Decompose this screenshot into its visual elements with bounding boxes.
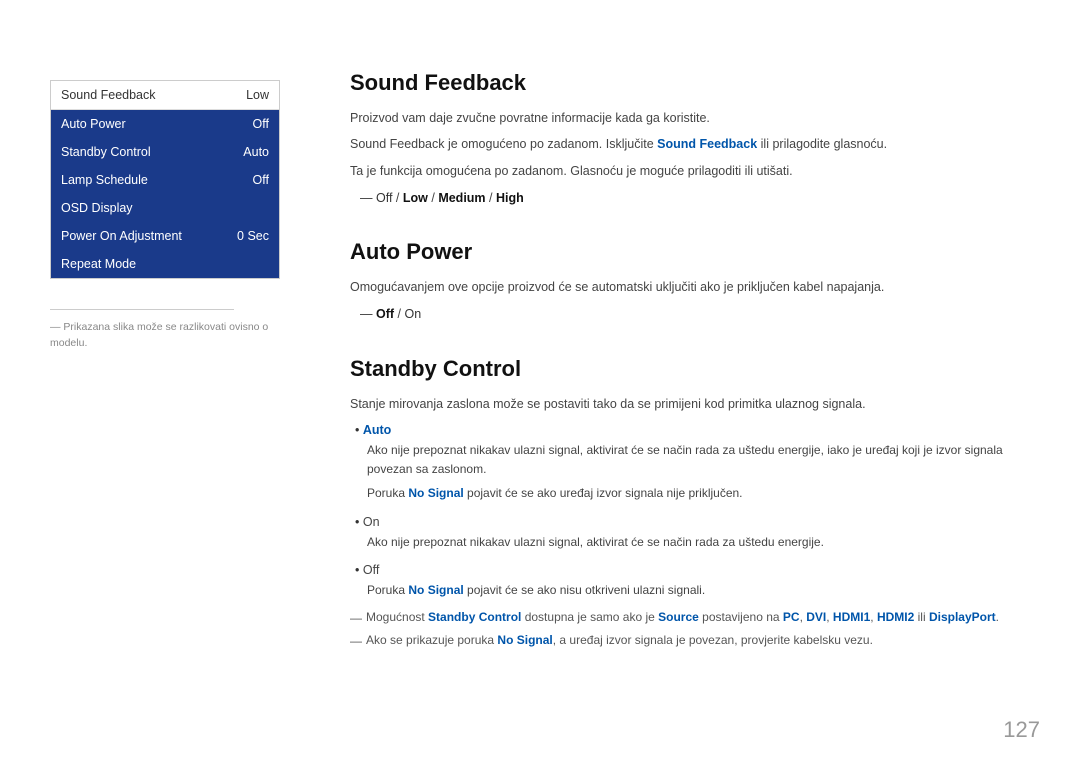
section-auto-power-title: Auto Power — [350, 239, 1030, 265]
sidebar-item-auto-power-label: Auto Power — [61, 117, 126, 131]
sidebar-separator — [50, 309, 234, 310]
sidebar-item-standby-control-value: Auto — [243, 145, 269, 159]
ap-option-off-on: Off / On — [360, 304, 1030, 325]
sf-opt-medium-label: Medium — [438, 191, 485, 205]
sf-bold-1: Sound Feedback — [657, 137, 757, 151]
sc-note-2: ― Ako se prikazuje poruka No Signal, a u… — [350, 631, 1030, 650]
sc-note-1: ― Mogućnost Standby Control dostupna je … — [350, 608, 1030, 627]
section-sound-feedback-title: Sound Feedback — [350, 70, 1030, 96]
sidebar-item-lamp-schedule-label: Lamp Schedule — [61, 173, 148, 187]
sidebar-item-power-on-adjustment-value: 0 Sec — [237, 229, 269, 243]
page-number: 127 — [1003, 717, 1040, 743]
sidebar-item-osd-display[interactable]: OSD Display — [51, 194, 279, 222]
sc-bullet-on: On Ako nije prepoznat nikakav ulazni sig… — [355, 512, 1030, 552]
sidebar-item-power-on-adjustment[interactable]: Power On Adjustment 0 Sec — [51, 222, 279, 250]
ap-opt-off-label: Off — [376, 307, 394, 321]
sidebar-item-lamp-schedule-value: Off — [253, 173, 269, 187]
sf-opt-low-label: Low — [403, 191, 428, 205]
section-sound-feedback-body: Proizvod vam daje zvučne povratne inform… — [350, 108, 1030, 209]
sc-note-displayport: DisplayPort — [929, 610, 996, 624]
section-standby-control-body: Stanje mirovanja zaslona može se postavi… — [350, 394, 1030, 651]
section-standby-control-title: Standby Control — [350, 356, 1030, 382]
ap-opt-on-label: On — [404, 307, 421, 321]
sc-off-sub: Poruka No Signal pojavit će se ako nisu … — [367, 581, 1030, 600]
sc-note-hdmi2: HDMI2 — [877, 610, 914, 624]
sf-para-1: Proizvod vam daje zvučne povratne inform… — [350, 108, 1030, 129]
sidebar-item-sound-feedback-label: Sound Feedback — [61, 88, 156, 102]
sf-opt-high-label: High — [496, 191, 524, 205]
section-auto-power: Auto Power Omogućavanjem ove opcije proi… — [350, 239, 1030, 326]
sc-bullet-off: Off Poruka No Signal pojavit će se ako n… — [355, 560, 1030, 600]
sidebar-item-sound-feedback-value: Low — [246, 88, 269, 102]
sidebar-item-repeat-mode-label: Repeat Mode — [61, 257, 136, 271]
sc-note-dvi: DVI — [806, 610, 826, 624]
sc-off-sub1: Poruka No Signal pojavit će se ako nisu … — [367, 581, 1030, 600]
sc-auto-sub: Ako nije prepoznat nikakav ulazni signal… — [367, 441, 1030, 504]
sf-opt-off-label: Off — [376, 191, 392, 205]
sc-off-nosignal: No Signal — [408, 583, 463, 597]
sf-para-2-text2: ili prilagodite glasnoću. — [757, 137, 887, 151]
sidebar-item-auto-power-value: Off — [253, 117, 269, 131]
sc-note-standby-bold: Standby Control — [428, 610, 521, 624]
sc-auto-nosignal: No Signal — [408, 486, 463, 500]
sf-para-2-text1: Sound Feedback je omogućeno po zadanom. … — [350, 137, 657, 151]
sidebar-item-power-on-adjustment-label: Power On Adjustment — [61, 229, 182, 243]
ap-option-list: Off / On — [360, 304, 1030, 325]
sidebar-item-osd-display-label: OSD Display — [61, 201, 133, 215]
sc-note-pc: PC — [783, 610, 800, 624]
sidebar: Sound Feedback Low Auto Power Off Standb… — [0, 40, 310, 723]
sc-off-label: Off — [363, 563, 379, 577]
sc-note-source-bold: Source — [658, 610, 699, 624]
sf-para-3: Ta je funkcija omogućena po zadanom. Gla… — [350, 161, 1030, 182]
sidebar-item-standby-control-label: Standby Control — [61, 145, 151, 159]
sf-opt-sep3: / — [489, 191, 496, 205]
sc-auto-sub2: Poruka No Signal pojavit će se ako uređa… — [367, 484, 1030, 503]
main-content: Sound Feedback Proizvod vam daje zvučne … — [310, 40, 1080, 723]
sidebar-item-auto-power[interactable]: Auto Power Off — [51, 110, 279, 138]
sidebar-item-sound-feedback[interactable]: Sound Feedback Low — [51, 81, 279, 110]
sidebar-menu: Sound Feedback Low Auto Power Off Standb… — [50, 80, 280, 279]
ap-para-1: Omogućavanjem ove opcije proizvod će se … — [350, 277, 1030, 298]
sf-option-off: Off / Low / Medium / High — [360, 188, 1030, 209]
sc-on-sub1: Ako nije prepoznat nikakav ulazni signal… — [367, 533, 1030, 552]
sc-para-1: Stanje mirovanja zaslona može se postavi… — [350, 394, 1030, 415]
sc-bullet-auto: Auto Ako nije prepoznat nikakav ulazni s… — [355, 420, 1030, 504]
sidebar-item-standby-control[interactable]: Standby Control Auto — [51, 138, 279, 166]
sc-note-hdmi1: HDMI1 — [833, 610, 870, 624]
sf-opt-sep1: / — [396, 191, 403, 205]
sidebar-item-lamp-schedule[interactable]: Lamp Schedule Off — [51, 166, 279, 194]
sc-on-sub: Ako nije prepoznat nikakav ulazni signal… — [367, 533, 1030, 552]
sc-note-2-text: Ako se prikazuje poruka No Signal, a ure… — [366, 631, 873, 649]
section-standby-control: Standby Control Stanje mirovanja zaslona… — [350, 356, 1030, 651]
sc-bullet-list: Auto Ako nije prepoznat nikakav ulazni s… — [355, 420, 1030, 601]
sidebar-item-repeat-mode[interactable]: Repeat Mode — [51, 250, 279, 278]
sc-note-1-text: Mogućnost Standby Control dostupna je sa… — [366, 608, 999, 626]
sf-option-list: Off / Low / Medium / High — [360, 188, 1030, 209]
sf-para-2: Sound Feedback je omogućeno po zadanom. … — [350, 134, 1030, 155]
sc-auto-sub1: Ako nije prepoznat nikakav ulazni signal… — [367, 441, 1030, 479]
sc-auto-label: Auto — [363, 423, 391, 437]
sidebar-note: ― Prikazana slika može se razlikovati ov… — [50, 320, 280, 352]
sc-on-label: On — [363, 515, 380, 529]
sc-note-nosignal2: No Signal — [497, 633, 552, 647]
section-auto-power-body: Omogućavanjem ove opcije proizvod će se … — [350, 277, 1030, 326]
page-container: Sound Feedback Low Auto Power Off Standb… — [0, 0, 1080, 763]
section-sound-feedback: Sound Feedback Proizvod vam daje zvučne … — [350, 70, 1030, 209]
